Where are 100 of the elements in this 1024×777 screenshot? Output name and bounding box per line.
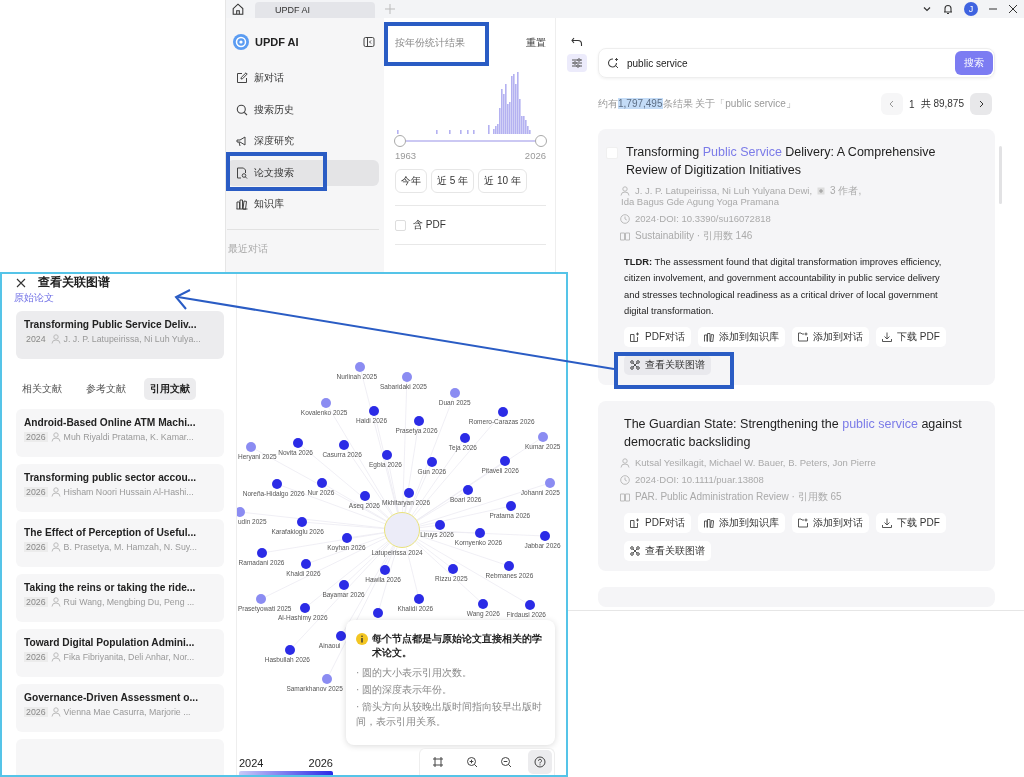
- book-plus-icon: [630, 518, 640, 529]
- person-icon: [50, 432, 61, 442]
- tab[interactable]: 相关文献: [16, 378, 68, 400]
- filter-button[interactable]: [567, 54, 587, 72]
- authors-text: Muh Riyaldi Pratama, K. Kamar...: [63, 432, 194, 442]
- graph-node[interactable]: [384, 512, 420, 548]
- graph-node[interactable]: [297, 517, 307, 527]
- graph-node[interactable]: [448, 564, 458, 574]
- action-button[interactable]: 下载 PDF: [876, 513, 946, 534]
- paper-card[interactable]: Transforming Public Service Deliv... 2024 J. J. P. Latupeirissa, Ni Luh Yulya...: [16, 311, 224, 359]
- home-icon[interactable]: [231, 2, 245, 16]
- graph-node[interactable]: [402, 372, 412, 382]
- sidebar-item[interactable]: 新对话: [227, 65, 379, 91]
- paper-card[interactable]: Governance-Driven Assessment o... 2026 Vienna Mae Casurra, Marjorie ...: [16, 684, 224, 732]
- graph-node[interactable]: [373, 608, 383, 618]
- chevron-down-icon[interactable]: [922, 4, 932, 14]
- graph-node[interactable]: [246, 442, 256, 452]
- action-button[interactable]: 添加到知识库: [698, 513, 785, 534]
- action-button[interactable]: 下载 PDF: [876, 327, 946, 348]
- paper-card[interactable]: Transforming public sector accou... 2026 Hisham Noori Hussain Al-Hashi...: [16, 464, 224, 512]
- graph-node[interactable]: [301, 559, 311, 569]
- graph-node[interactable]: [339, 580, 349, 590]
- graph-node[interactable]: [322, 674, 332, 684]
- graph-node[interactable]: [540, 531, 550, 541]
- undo-icon[interactable]: [571, 36, 583, 48]
- graph-node[interactable]: [414, 594, 424, 604]
- graph-node[interactable]: [525, 600, 535, 610]
- tab[interactable]: 参考文献: [80, 378, 132, 400]
- graph-node[interactable]: [300, 603, 310, 613]
- action-button[interactable]: 添加到对话: [792, 513, 869, 534]
- zoom-out-icon: [500, 756, 512, 768]
- books-icon: [704, 518, 714, 529]
- action-button[interactable]: 查看关联图谱: [624, 355, 711, 376]
- graph-node[interactable]: [463, 485, 473, 495]
- graph-node[interactable]: [382, 450, 392, 460]
- close-icon[interactable]: [1008, 4, 1018, 14]
- tab[interactable]: 引用文献: [144, 378, 196, 400]
- graph-node[interactable]: [478, 599, 488, 609]
- graph-node[interactable]: [339, 440, 349, 450]
- action-button[interactable]: PDF对话: [624, 327, 691, 348]
- sidebar-item[interactable]: 知识库: [227, 191, 379, 217]
- graph-node[interactable]: [272, 479, 282, 489]
- sidebar-item[interactable]: 论文搜索: [227, 159, 379, 186]
- graph-node[interactable]: [285, 645, 295, 655]
- close-icon[interactable]: [16, 277, 26, 288]
- sidebar-item[interactable]: 搜索历史: [227, 96, 379, 123]
- graph-node[interactable]: [506, 501, 516, 511]
- graph-node[interactable]: [475, 528, 485, 538]
- graph-node[interactable]: [369, 406, 379, 416]
- graph-node[interactable]: [380, 565, 390, 575]
- preset-button[interactable]: 今年: [395, 169, 427, 193]
- graph-node[interactable]: [336, 631, 346, 641]
- paper-title: Transforming public sector accou...: [24, 471, 198, 485]
- graph-node[interactable]: [404, 488, 414, 498]
- action-button[interactable]: 添加到对话: [792, 327, 869, 348]
- graph-node[interactable]: [355, 362, 365, 372]
- paper-card[interactable]: Taking the reins or taking the ride... 2026 Rui Wang, Mengbing Du, Peng ...: [16, 574, 224, 622]
- sidebar-item[interactable]: 深度研究: [227, 128, 379, 154]
- summary-paragraph: TLDR: The assessment found that digital transformation improves efficiency, citizen involvement, and government accountability in public service delivery and stresses technological readiness as a critical driver of local government digital transformation.: [624, 255, 943, 318]
- authors-text: Vienna Mae Casurra, Marjorie ...: [63, 707, 191, 717]
- graph-node[interactable]: [237, 507, 245, 517]
- range-handle[interactable]: [535, 135, 547, 147]
- graph-node[interactable]: [450, 388, 460, 398]
- graph-node[interactable]: [498, 407, 508, 417]
- graph-node[interactable]: [504, 561, 514, 571]
- graph-node[interactable]: [360, 491, 370, 501]
- action-button[interactable]: 添加到知识库: [698, 327, 785, 348]
- result-title[interactable]: Transforming Public Service Delivery: A Comprehensive Review of Digitization Initiatives: [626, 143, 966, 179]
- person-icon: [50, 334, 61, 344]
- search-field[interactable]: public service 搜索: [598, 48, 995, 78]
- sliders-icon: [571, 57, 583, 69]
- bell-icon[interactable]: [942, 3, 954, 15]
- graph-node[interactable]: [257, 548, 267, 558]
- graph-node[interactable]: [500, 456, 510, 466]
- avatar[interactable]: J: [964, 2, 978, 16]
- graph-node[interactable]: [321, 398, 331, 408]
- preset-button[interactable]: 近 5 年: [431, 169, 475, 193]
- app-tab[interactable]: UPDF AI: [255, 2, 375, 18]
- graph-node[interactable]: [435, 520, 445, 530]
- action-button[interactable]: PDF对话: [624, 513, 691, 534]
- graph-node[interactable]: [427, 457, 437, 467]
- graph-node[interactable]: [317, 478, 327, 488]
- result-title[interactable]: The Guardian State: Strengthening the public service against democratic backsliding: [606, 415, 981, 452]
- graph-node[interactable]: [460, 433, 470, 443]
- help-button[interactable]: [528, 750, 552, 774]
- graph-node[interactable]: [538, 432, 548, 442]
- paper-card[interactable]: Android-Based Online ATM Machi... 2026 Muh Riyaldi Pratama, K. Kamar...: [16, 409, 224, 457]
- graph-node[interactable]: [545, 478, 555, 488]
- graph-node[interactable]: [293, 438, 303, 448]
- paper-card[interactable]: The Effect of Perception of Useful... 2026 B. Prasetya, M. Hamzah, N. Suy...: [16, 519, 224, 567]
- graph-node[interactable]: [256, 594, 266, 604]
- paper-card[interactable]: Toward Digital Population Admini... 2026 Fika Fibriyanita, Deli Anhar, Nor...: [16, 629, 224, 677]
- graph-node[interactable]: [342, 533, 352, 543]
- preset-button[interactable]: 近 10 年: [478, 169, 527, 193]
- reset-link[interactable]: 重置: [526, 36, 546, 50]
- graph-node[interactable]: [414, 416, 424, 426]
- sidebar-toggle-icon[interactable]: [363, 36, 375, 48]
- checkbox[interactable]: [395, 219, 406, 231]
- action-button[interactable]: 查看关联图谱: [624, 541, 711, 562]
- range-handle[interactable]: [394, 135, 406, 147]
